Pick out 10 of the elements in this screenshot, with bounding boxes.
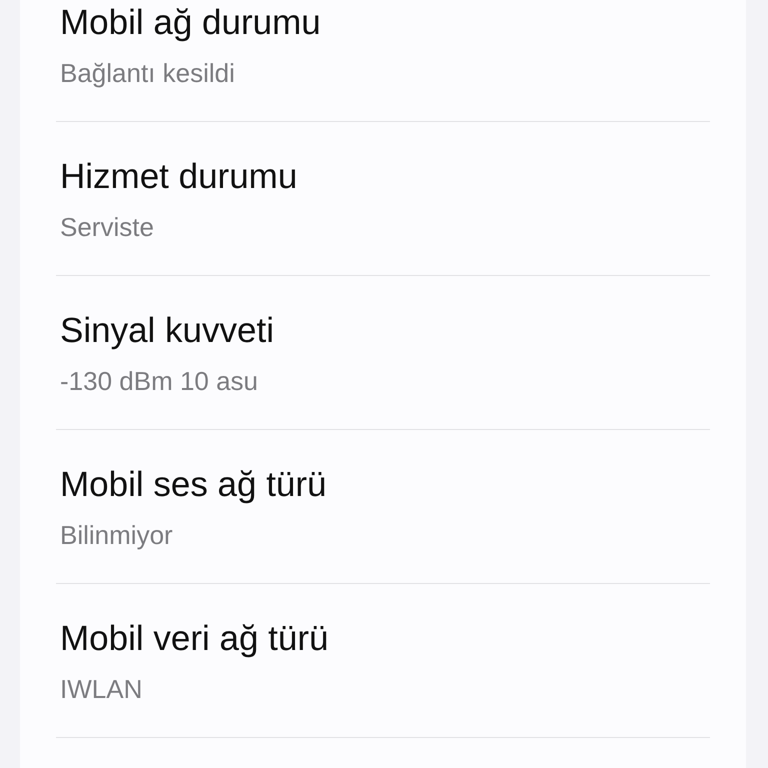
setting-value: Bilinmiyor — [60, 519, 174, 552]
setting-value: IWLAN — [60, 673, 144, 706]
setting-value: Serviste — [60, 211, 155, 244]
setting-title: Mobil veri ağ türü — [60, 618, 330, 660]
setting-title: Mobil ses ağ türü — [60, 464, 328, 506]
setting-title: Sinyal kuvveti — [60, 310, 275, 352]
setting-value: Bağlantı kesildi — [60, 57, 236, 90]
setting-title: Mobil ağ durumu — [60, 2, 322, 44]
setting-title: Hizmet durumu — [60, 156, 298, 198]
setting-value: -130 dBm 10 asu — [60, 365, 260, 398]
